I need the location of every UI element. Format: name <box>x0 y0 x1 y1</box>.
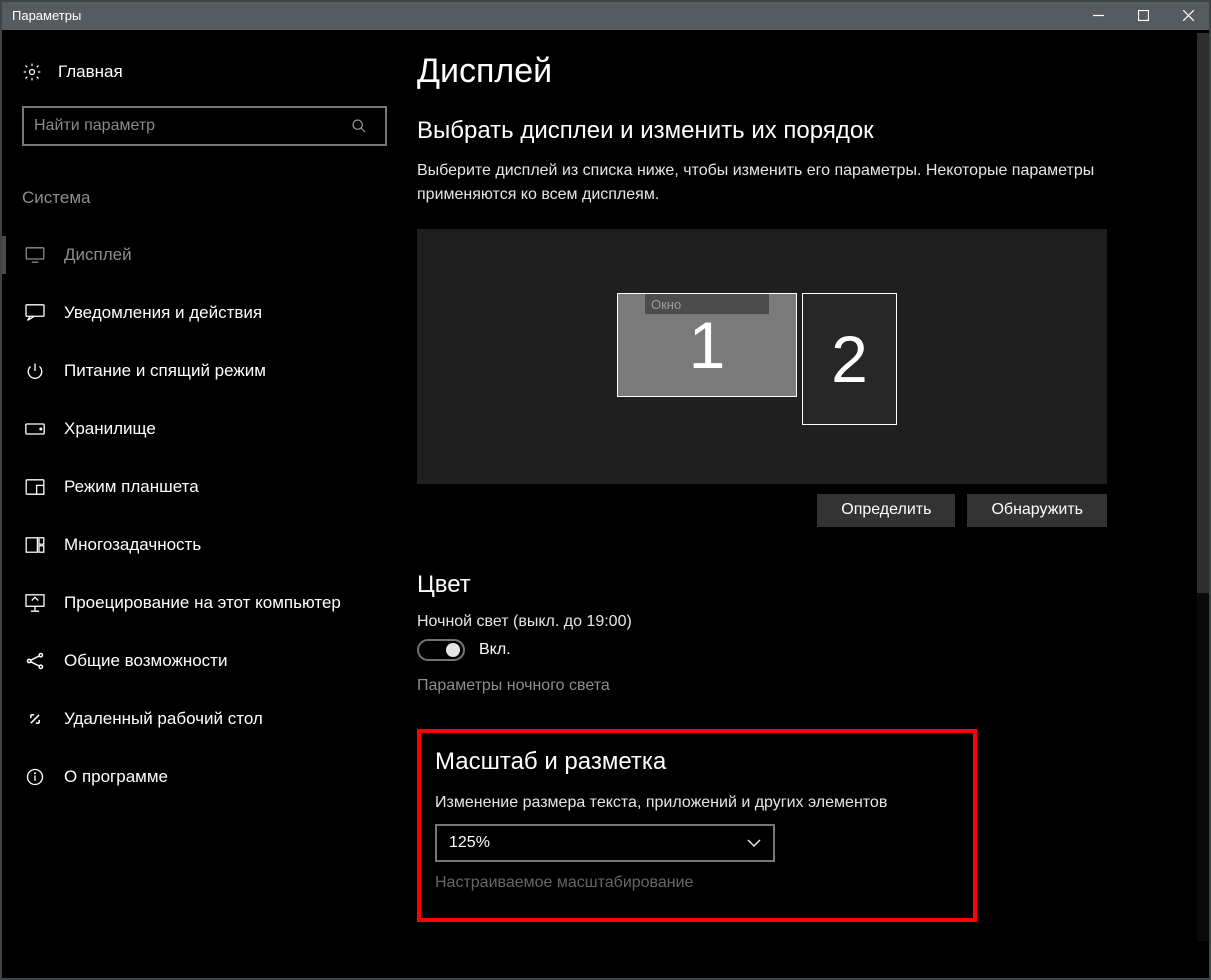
sidebar-item-label: Многозадачность <box>64 535 201 555</box>
search-icon <box>351 118 375 134</box>
maximize-button[interactable] <box>1121 0 1166 30</box>
sidebar-item-label: Проецирование на этот компьютер <box>64 593 341 613</box>
select-displays-desc: Выберите дисплей из списка ниже, чтобы и… <box>417 159 1117 207</box>
scale-desc: Изменение размера текста, приложений и д… <box>435 794 955 812</box>
info-icon <box>24 768 46 786</box>
main-content: Дисплей Выбрать дисплеи и изменить их по… <box>407 30 1209 978</box>
sidebar-item-label: Режим планшета <box>64 477 199 497</box>
sidebar-item-label: Общие возможности <box>64 651 227 671</box>
tablet-icon <box>24 479 46 495</box>
scale-highlight: Масштаб и разметка Изменение размера тек… <box>417 729 977 922</box>
sidebar-item-power[interactable]: Питание и спящий режим <box>22 342 387 400</box>
display-2[interactable]: 2 <box>802 293 897 425</box>
title-bar: Параметры <box>0 0 1211 30</box>
sidebar-item-about[interactable]: О программе <box>22 748 387 806</box>
toggle-state-label: Вкл. <box>479 641 511 659</box>
sidebar-item-label: Питание и спящий режим <box>64 361 266 381</box>
color-heading: Цвет <box>417 571 1169 599</box>
close-button[interactable] <box>1166 0 1211 30</box>
search-field[interactable] <box>34 117 351 135</box>
page-title: Дисплей <box>417 52 1169 91</box>
multitask-icon <box>24 537 46 553</box>
chevron-down-icon <box>747 838 761 848</box>
gear-icon <box>22 62 42 82</box>
sidebar-item-remote[interactable]: Удаленный рабочий стол <box>22 690 387 748</box>
scale-dropdown[interactable]: 125% <box>435 824 775 862</box>
display-arrangement[interactable]: Окно 1 2 <box>417 229 1107 484</box>
sidebar-item-label: Уведомления и действия <box>64 303 262 323</box>
nightlight-toggle[interactable] <box>417 639 465 661</box>
share-icon <box>24 651 46 671</box>
display-1-number: 1 <box>689 307 726 383</box>
category-label: Система <box>22 188 387 208</box>
sidebar-item-project[interactable]: Проецирование на этот компьютер <box>22 574 387 632</box>
notification-icon <box>24 304 46 322</box>
home-label: Главная <box>58 62 123 82</box>
custom-scaling-link[interactable]: Настраиваемое масштабирование <box>435 874 955 892</box>
sidebar-item-share[interactable]: Общие возможности <box>22 632 387 690</box>
home-link[interactable]: Главная <box>22 52 387 92</box>
scrollbar[interactable] <box>1197 33 1209 941</box>
sidebar-item-label: Хранилище <box>64 419 156 439</box>
select-displays-heading: Выбрать дисплеи и изменить их порядок <box>417 117 1169 145</box>
sidebar: Главная Система Дисплей Уведомления и де… <box>2 30 407 978</box>
window-title: Параметры <box>12 8 81 23</box>
sidebar-item-multitask[interactable]: Многозадачность <box>22 516 387 574</box>
detect-button[interactable]: Обнаружить <box>967 494 1107 527</box>
display-1-window-tag: Окно <box>645 294 769 314</box>
monitor-icon <box>24 247 46 263</box>
scale-heading: Масштаб и разметка <box>435 748 955 776</box>
search-input[interactable] <box>22 106 387 146</box>
nightlight-settings-link[interactable]: Параметры ночного света <box>417 677 1169 695</box>
remote-icon <box>24 709 46 729</box>
project-icon <box>24 594 46 612</box>
sidebar-item-label: О программе <box>64 767 168 787</box>
sidebar-item-storage[interactable]: Хранилище <box>22 400 387 458</box>
sidebar-item-notifications[interactable]: Уведомления и действия <box>22 284 387 342</box>
display-2-number: 2 <box>831 321 868 397</box>
scale-value: 125% <box>449 834 490 852</box>
minimize-button[interactable] <box>1076 0 1121 30</box>
power-icon <box>24 362 46 380</box>
sidebar-item-label: Дисплей <box>64 245 132 265</box>
drive-icon <box>24 423 46 435</box>
identify-button[interactable]: Определить <box>817 494 955 527</box>
display-1[interactable]: Окно 1 <box>617 293 797 397</box>
sidebar-item-label: Удаленный рабочий стол <box>64 709 263 729</box>
sidebar-item-display[interactable]: Дисплей <box>22 226 387 284</box>
scrollbar-thumb[interactable] <box>1197 33 1209 593</box>
nightlight-label: Ночной свет (выкл. до 19:00) <box>417 613 1169 631</box>
sidebar-item-tablet[interactable]: Режим планшета <box>22 458 387 516</box>
